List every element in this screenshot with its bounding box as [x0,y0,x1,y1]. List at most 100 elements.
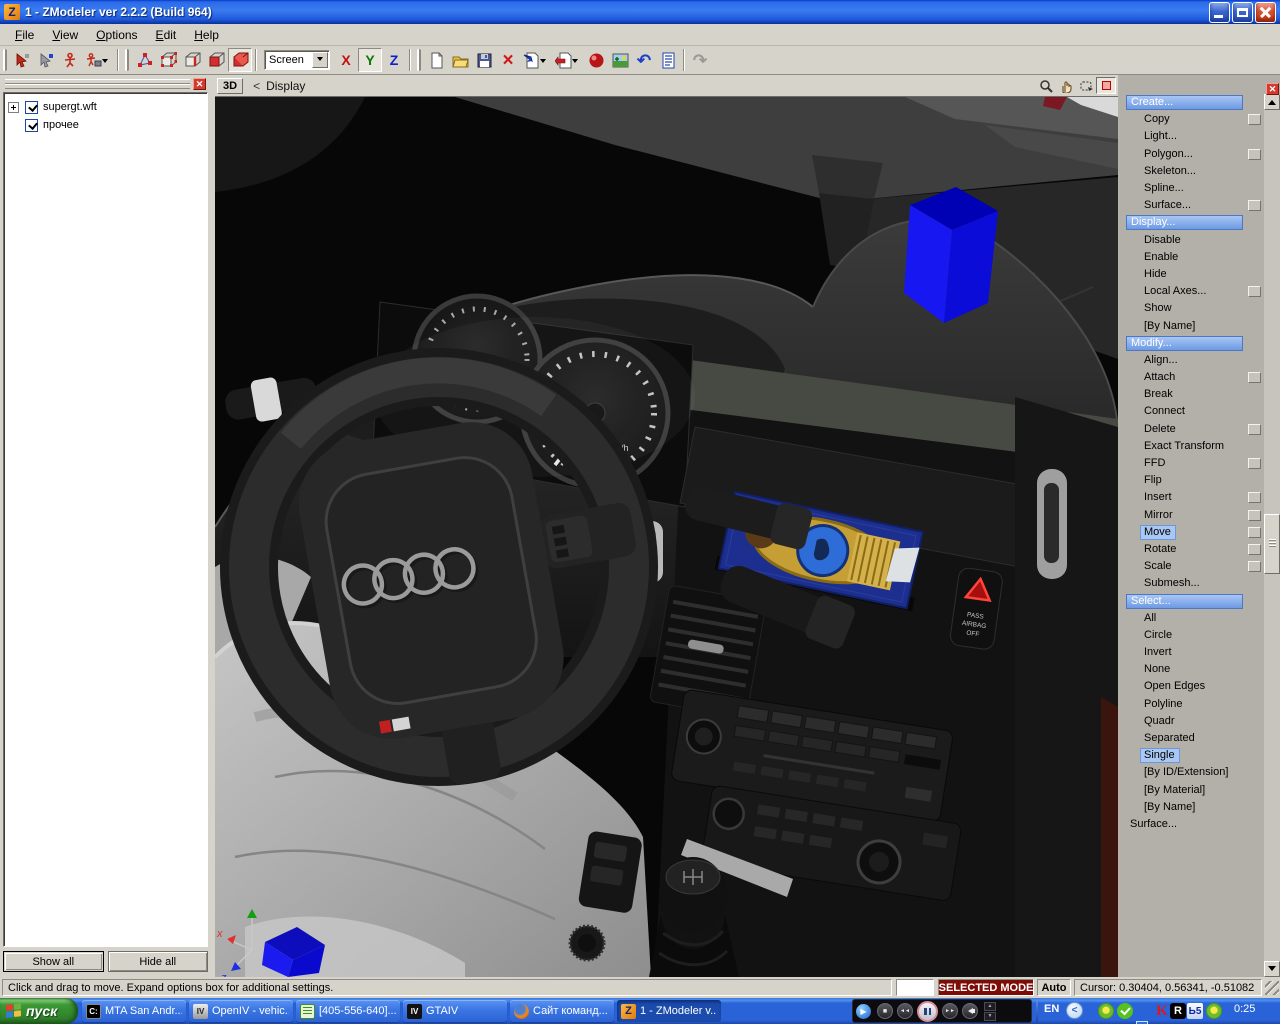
taskbar-clock[interactable]: 0:25 [1234,1003,1255,1015]
command-label[interactable]: Quadr [1140,714,1180,729]
pause-button[interactable] [917,1000,938,1022]
command-row[interactable]: Flip [1122,472,1263,489]
menu-item[interactable]: File [6,26,43,44]
command-row[interactable]: Polyline [1122,696,1263,713]
stop-button[interactable]: ■ [877,1003,893,1019]
view-mode-combobox[interactable]: Screen [264,50,330,70]
menu-item[interactable]: Options [87,26,146,44]
command-label[interactable]: Attach [1140,370,1180,385]
command-row[interactable]: Surface... [1122,816,1263,833]
command-label[interactable]: Polyline [1140,697,1188,712]
command-label[interactable]: Mirror [1140,508,1178,523]
tree-node[interactable]: supergt.wft [6,98,205,116]
toolbar-grip[interactable] [3,49,7,71]
viewport-view-label[interactable]: Display [266,79,1036,93]
command-label[interactable]: Scale [1140,559,1177,574]
command-row[interactable]: Display... [1122,214,1263,231]
redo-button[interactable]: ↷ [688,48,712,72]
command-row[interactable]: Break [1122,386,1263,403]
command-label[interactable]: Modify... [1126,335,1243,351]
panel-close-button[interactable]: ✕ [193,78,206,90]
taskbar-window-button[interactable]: [405-556-640]... [296,1000,400,1022]
command-label[interactable]: [By Name] [1140,319,1200,334]
cube-edges-button[interactable] [180,48,204,72]
command-row[interactable]: Copy [1122,111,1263,128]
command-row[interactable]: Insert [1122,489,1263,506]
taskbar-window-button[interactable]: C: MTA San Andr... [82,1000,186,1022]
deskband-up-button[interactable]: ▲ [984,1001,996,1011]
pan-tool-button[interactable] [1056,77,1076,94]
layout-badge[interactable]: Ь5 [1187,1003,1203,1019]
command-label[interactable]: Rotate [1140,542,1181,557]
command-row[interactable]: Spline... [1122,180,1263,197]
resize-grip[interactable] [1265,981,1279,995]
next-track-button[interactable]: ►► [942,1003,958,1019]
material-editor-button[interactable] [584,48,608,72]
command-row[interactable]: Show [1122,300,1263,317]
command-label[interactable]: Surface... [1140,198,1196,213]
command-label[interactable]: Hide [1140,267,1172,282]
command-row[interactable]: [By Material] [1122,782,1263,799]
command-row[interactable]: Attach [1122,369,1263,386]
blue-cube-object[interactable] [904,187,998,323]
command-row[interactable]: [By Name] [1122,317,1263,334]
zoom-tool-button[interactable] [1036,77,1056,94]
command-label[interactable]: Copy [1140,112,1175,127]
command-row[interactable]: Connect [1122,403,1263,420]
command-label[interactable]: Open Edges [1140,679,1210,694]
taskbar-window-button[interactable]: IV OpenIV - vehic... [189,1000,293,1022]
option-box[interactable] [1248,492,1261,504]
volume-button[interactable] [962,1003,978,1019]
command-label[interactable]: Polygon... [1140,147,1198,162]
command-label[interactable]: Select... [1126,593,1243,609]
command-label[interactable]: Enable [1140,250,1183,265]
option-box[interactable] [1248,458,1261,470]
axis-toggle-button[interactable]: Y [358,48,382,72]
command-row[interactable]: FFD [1122,455,1263,472]
commands-panel-close-button[interactable]: ✕ [1266,83,1279,95]
rockstar-icon[interactable]: R [1170,1003,1186,1019]
commands-scrollbar[interactable] [1264,94,1280,977]
command-label[interactable]: Submesh... [1140,576,1205,591]
command-row[interactable]: Submesh... [1122,575,1263,592]
command-row[interactable]: Light... [1122,128,1263,145]
texture-browser-button[interactable] [608,48,632,72]
cube-object-button[interactable] [228,48,252,72]
command-label[interactable]: Show [1140,301,1177,316]
command-row[interactable]: Scale [1122,558,1263,575]
previous-track-button[interactable]: ◄◄ [897,1003,913,1019]
viewport-type-button[interactable]: 3D [217,77,244,94]
passenger-door[interactable] [1015,397,1118,977]
command-label[interactable]: Insert [1140,490,1177,505]
visibility-checkbox[interactable] [25,118,38,132]
command-label[interactable]: Invert [1140,645,1177,660]
close-button[interactable] [1255,1,1276,23]
maximize-viewport-button[interactable] [1096,77,1116,94]
command-row[interactable]: Polygon... [1122,146,1263,163]
command-row[interactable]: Enable [1122,249,1263,266]
deskband-down-button[interactable]: ▼ [984,1011,996,1021]
taskbar-window-button[interactable]: Z 1 - ZModeler v... [617,1000,721,1022]
option-box[interactable] [1248,423,1261,435]
command-label[interactable]: None [1140,662,1175,677]
command-row[interactable]: Rotate [1122,541,1263,558]
option-box[interactable] [1248,372,1261,384]
vertices-level-button[interactable] [132,48,156,72]
import-button[interactable] [520,48,552,72]
command-label[interactable]: Connect [1140,404,1190,419]
scrollbar-thumb[interactable] [1264,514,1280,574]
scene-tree[interactable]: supergt.wft прочее [3,92,208,947]
option-box[interactable] [1248,526,1261,538]
command-row[interactable]: Align... [1122,352,1263,369]
command-label[interactable]: [By Name] [1140,800,1200,815]
axis-toggle-button[interactable]: Z [382,48,406,72]
command-label[interactable]: Local Axes... [1140,284,1211,299]
menu-item[interactable]: Edit [147,26,186,44]
undo-button[interactable]: ↶ [632,48,656,72]
taskbar-window-button[interactable]: IV GTAIV [403,1000,507,1022]
icq-flower-icon[interactable] [1098,1003,1114,1019]
icq-flower-icon[interactable] [1206,1003,1222,1019]
minimize-button[interactable] [1209,1,1230,23]
command-label[interactable]: Align... [1140,353,1183,368]
show-all-button[interactable]: Show all [3,951,104,972]
